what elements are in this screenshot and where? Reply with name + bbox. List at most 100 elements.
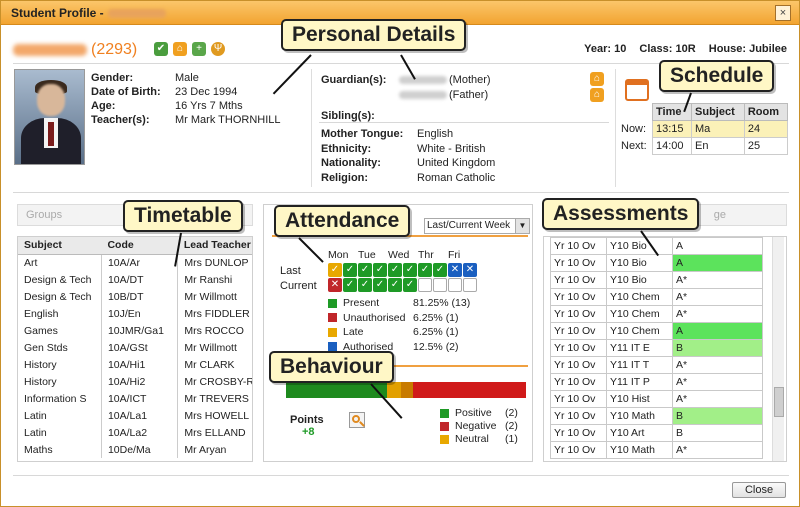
assessments-table: Yr 10 Ov Y10 Bio A Yr 10 Ov Y10 Bio A Yr 10 Ov… xyxy=(550,237,763,459)
timetable-row[interactable]: History 10A/Hi1 Mr CLARK xyxy=(18,356,252,373)
guardian-label: Guardian(s): xyxy=(321,74,387,86)
timetable-row[interactable]: Information S 10A/ICT Mr TREVERS xyxy=(18,390,252,407)
timetable-row[interactable]: Design & Tech 10B/DT Mr Willmott xyxy=(18,288,252,305)
annotation-assessments: Assessments xyxy=(542,198,700,230)
add-icon[interactable]: + xyxy=(192,42,206,56)
subject-cell: History xyxy=(18,373,102,390)
code-cell: 10A/Ar xyxy=(101,254,179,271)
timetable-row[interactable]: Design & Tech 10A/DT Mr Ranshi xyxy=(18,271,252,288)
legend-swatch xyxy=(328,313,337,323)
attendance-mark: ✕ xyxy=(448,263,462,277)
attendance-mark: ✓ xyxy=(358,278,372,292)
assessment-row[interactable]: Yr 10 Ov Y10 Bio A* xyxy=(550,271,763,289)
teacher-cell: Mr CROSBY-R xyxy=(184,375,253,388)
annotation-schedule: Schedule xyxy=(659,60,775,92)
attendance-mark: ✓ xyxy=(343,278,357,292)
subject-cell: History xyxy=(18,356,102,373)
now-room: 24 xyxy=(743,120,789,138)
subject-cell: English xyxy=(18,305,102,322)
code-cell: 10B/DT xyxy=(101,288,179,305)
dining-icon[interactable]: Ψ xyxy=(211,42,225,56)
grade-cell: A xyxy=(672,322,763,340)
legend-value: 6.25% (1) xyxy=(413,311,459,324)
ethnicity-label: Ethnicity: xyxy=(321,142,372,155)
legend-swatch xyxy=(440,421,449,431)
chevron-down-icon[interactable]: ▼ xyxy=(515,219,529,233)
assessment-row[interactable]: Yr 10 Ov Y11 IT EB xyxy=(550,339,763,357)
assessment-row[interactable]: Yr 10 Ov Y10 Chem A xyxy=(550,322,763,340)
aspect-cell: Yr 10 Ov xyxy=(550,271,607,289)
close-button[interactable]: Close xyxy=(732,482,786,498)
timetable-row[interactable]: History 10A/Hi2 Mr CROSBY-R xyxy=(18,373,253,390)
legend-value: (2) xyxy=(505,407,518,419)
student-meta: Year: 10 Class: 10R House: Jubilee xyxy=(574,43,787,55)
legend-label: Positive xyxy=(455,407,492,419)
gender-value: Male xyxy=(175,72,199,84)
window-title: Student Profile - xyxy=(11,6,166,20)
gender-label: Gender: xyxy=(91,72,134,84)
now-time: 13:15 xyxy=(651,120,693,138)
assessment-row[interactable]: Yr 10 Ov Y10 Chem A* xyxy=(550,288,763,306)
attendance-day-label: Wed xyxy=(388,249,410,261)
assessment-row[interactable]: Yr 10 Ov Y11 IT P A* xyxy=(550,373,763,391)
grade-cell: A* xyxy=(672,271,763,289)
assessment-row[interactable]: Yr 10 Ov Y10 Math A* xyxy=(550,441,763,459)
col-lead-teacher[interactable]: Lead Teacher xyxy=(177,237,252,255)
assessment-row[interactable]: Yr 10 Ov Y10 Chem A* xyxy=(550,305,763,323)
aspect-cell: Yr 10 Ov xyxy=(550,322,607,340)
timetable-row[interactable]: English 10J/En Mrs FIDDLER xyxy=(18,305,252,322)
aspect-cell: Yr 10 Ov xyxy=(550,288,607,306)
assessments-panel: Yr 10 Ov Y10 Bio A Yr 10 Ov Y10 Bio A Yr 10 Ov… xyxy=(543,236,787,462)
guardian-home-icon[interactable]: ⌂ xyxy=(590,72,604,86)
timetable-row[interactable]: Latin 10A/La1 Mrs HOWELL xyxy=(18,407,252,424)
magnifier-icon[interactable] xyxy=(349,412,365,428)
subject-cell: Y10 Math xyxy=(606,407,673,425)
behaviour-bar xyxy=(286,382,526,398)
timetable-row[interactable]: Art 10A/Ar Mrs DUNLOP xyxy=(18,254,252,271)
col-subject[interactable]: Subject xyxy=(18,237,102,255)
background-details: Mother Tongue: English Ethnicity: White - … xyxy=(321,127,495,185)
legend-swatch xyxy=(328,342,337,352)
attendance-mark xyxy=(463,278,477,292)
grade-cell: A xyxy=(672,254,763,272)
calendar-icon[interactable] xyxy=(625,79,649,101)
student-name: (2293) xyxy=(13,41,137,59)
attendance-mark: ✓ xyxy=(358,263,372,277)
attendance-mark xyxy=(418,278,432,292)
timetable-row[interactable]: Games 10JMR/Ga1 Mrs ROCCO xyxy=(18,322,252,339)
timetable-row[interactable]: Gen Stds 10A/GSt Mr Willmott xyxy=(18,339,252,356)
next-label: Next: xyxy=(621,140,647,152)
subject-cell: Y10 Chem xyxy=(606,288,673,306)
family-details: Guardian(s): (Mother) (Father) Sibling(s)… xyxy=(321,73,491,124)
attendance-legend-row: Present 81.25% (13) xyxy=(328,297,518,312)
attendance-period-select[interactable]: Last/Current Week ▼ xyxy=(424,218,530,234)
timetable-row[interactable]: Latin 10A/La2 Mrs ELLAND xyxy=(18,424,252,441)
assessments-scrollbar[interactable] xyxy=(772,237,784,461)
guardian-home-icon-2[interactable]: ⌂ xyxy=(590,88,604,102)
schedule-table: Time Subject Room 13:15 Ma 24 14:00 En 2… xyxy=(651,103,789,155)
attendance-day-label: Fri xyxy=(448,249,461,261)
subject-cell: Y10 Hist xyxy=(606,390,673,408)
next-room: 25 xyxy=(743,137,789,155)
points-label: Points xyxy=(290,414,324,426)
assessment-row[interactable]: Yr 10 Ov Y10 Math B xyxy=(550,407,763,425)
home-icon[interactable]: ⌂ xyxy=(173,42,187,56)
next-subject: En xyxy=(691,137,745,155)
assessment-row[interactable]: Yr 10 Ov Y10 Bio A xyxy=(550,254,763,272)
attendance-legend-row: Late 6.25% (1) xyxy=(328,326,518,341)
behaviour-bar-segment xyxy=(386,382,402,398)
assessment-row[interactable]: Yr 10 Ov Y10 Art B xyxy=(550,424,763,442)
timetable-row[interactable]: Maths 10De/Ma Mr Aryan xyxy=(18,441,252,458)
student-photo xyxy=(14,69,85,165)
aspect-cell: Yr 10 Ov xyxy=(550,254,607,272)
close-icon[interactable]: × xyxy=(775,5,791,21)
col-code[interactable]: Code xyxy=(101,237,178,255)
assessment-row[interactable]: Yr 10 Ov Y11 IT T A* xyxy=(550,356,763,374)
code-cell: 10A/La1 xyxy=(101,407,179,424)
guardian-father: (Father) xyxy=(449,89,489,101)
subject-cell: Art xyxy=(18,254,102,271)
attendance-mark: ✓ xyxy=(328,263,342,277)
report-icon[interactable]: ✔ xyxy=(154,42,168,56)
aspect-cell: Yr 10 Ov xyxy=(550,339,607,357)
assessment-row[interactable]: Yr 10 Ov Y10 Hist A* xyxy=(550,390,763,408)
